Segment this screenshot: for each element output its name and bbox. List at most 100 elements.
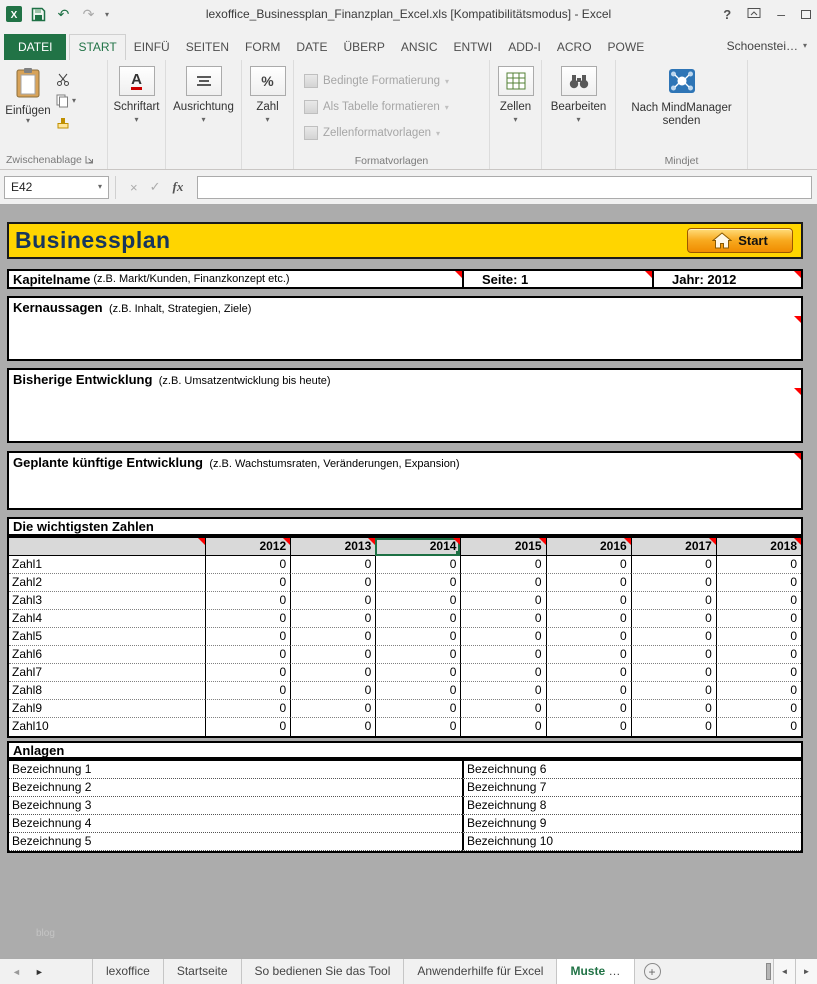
cell-zahl3-2016[interactable]: 0	[546, 592, 631, 610]
year-header-2018[interactable]: 2018	[716, 538, 801, 556]
cell-zahl5-2015[interactable]: 0	[460, 628, 545, 646]
row-label-zahl6[interactable]: Zahl6	[9, 646, 205, 664]
cell-zahl7-2015[interactable]: 0	[460, 664, 545, 682]
section-kernaussagen[interactable]: Kernaussagen (z.B. Inhalt, Strategien, Z…	[7, 296, 803, 361]
cancel-icon[interactable]: ×	[130, 180, 138, 195]
cell-zahl4-2014[interactable]: 0	[375, 610, 460, 628]
cell-zahl8-2016[interactable]: 0	[546, 682, 631, 700]
cell-zahl5-2018[interactable]: 0	[716, 628, 801, 646]
cell-zahl5-2014[interactable]: 0	[375, 628, 460, 646]
ribbon-tab-add-i[interactable]: ADD-I	[500, 34, 549, 60]
cell-zahl2-2013[interactable]: 0	[290, 574, 375, 592]
cell-zahl1-2015[interactable]: 0	[460, 556, 545, 574]
qat-customize-icon[interactable]: ▾	[105, 10, 109, 19]
redo-icon[interactable]: ↷	[80, 6, 97, 23]
cell-zahl2-2014[interactable]: 0	[375, 574, 460, 592]
anlage-cell-bezeichnung-7[interactable]: Bezeichnung 7	[462, 779, 801, 797]
row-label-zahl4[interactable]: Zahl4	[9, 610, 205, 628]
ribbon-tab-überp[interactable]: ÜBERP	[335, 34, 392, 60]
kapitelname-cell[interactable]: Kapitelname (z.B. Markt/Kunden, Finanzko…	[9, 271, 462, 287]
cell-zahl3-2012[interactable]: 0	[205, 592, 290, 610]
tab-scroll-right-icon[interactable]: ►	[35, 967, 44, 977]
anlage-cell-bezeichnung-8[interactable]: Bezeichnung 8	[462, 797, 801, 815]
dialog-launcher-icon[interactable]	[85, 155, 94, 167]
anlage-cell-bezeichnung-1[interactable]: Bezeichnung 1	[9, 761, 462, 779]
ribbon-group-font[interactable]: A Schriftart ▾	[108, 60, 166, 169]
cell-zahl5-2016[interactable]: 0	[546, 628, 631, 646]
row-label-zahl8[interactable]: Zahl8	[9, 682, 205, 700]
sheet-tab-active[interactable]: Muste …	[557, 959, 634, 984]
cell-zahl4-2013[interactable]: 0	[290, 610, 375, 628]
ribbon-tab-einfü[interactable]: EINFÜ	[126, 34, 178, 60]
cell-zahl10-2018[interactable]: 0	[716, 718, 801, 736]
cell-zahl1-2018[interactable]: 0	[716, 556, 801, 574]
ribbon-group-editing[interactable]: Bearbeiten ▾	[542, 60, 616, 169]
format-painter-button[interactable]	[56, 115, 76, 131]
cell-zahl6-2014[interactable]: 0	[375, 646, 460, 664]
anlage-cell-bezeichnung-4[interactable]: Bezeichnung 4	[9, 815, 462, 833]
cell-zahl9-2018[interactable]: 0	[716, 700, 801, 718]
anlage-cell-bezeichnung-10[interactable]: Bezeichnung 10	[462, 833, 801, 851]
cell-zahl9-2015[interactable]: 0	[460, 700, 545, 718]
cell-zahl9-2012[interactable]: 0	[205, 700, 290, 718]
ribbon-tab-powe[interactable]: POWE	[600, 34, 653, 60]
row-label-zahl1[interactable]: Zahl1	[9, 556, 205, 574]
cell-zahl10-2017[interactable]: 0	[631, 718, 716, 736]
cell-zahl1-2017[interactable]: 0	[631, 556, 716, 574]
cell-zahl3-2017[interactable]: 0	[631, 592, 716, 610]
cell-zahl7-2016[interactable]: 0	[546, 664, 631, 682]
cell-zahl10-2015[interactable]: 0	[460, 718, 545, 736]
hscroll-left-icon[interactable]: ◄	[773, 959, 795, 984]
undo-icon[interactable]: ↶	[55, 6, 72, 23]
cell-zahl3-2018[interactable]: 0	[716, 592, 801, 610]
cell-zahl8-2013[interactable]: 0	[290, 682, 375, 700]
cell-zahl10-2012[interactable]: 0	[205, 718, 290, 736]
insert-function-icon[interactable]: fx	[173, 179, 184, 195]
cell-zahl1-2014[interactable]: 0	[375, 556, 460, 574]
year-header-2012[interactable]: 2012	[205, 538, 290, 556]
cell-zahl4-2015[interactable]: 0	[460, 610, 545, 628]
ribbon-tab-ansic[interactable]: ANSIC	[393, 34, 446, 60]
ribbon-display-options-icon[interactable]	[747, 7, 761, 22]
cell-zahl2-2017[interactable]: 0	[631, 574, 716, 592]
cell-zahl6-2012[interactable]: 0	[205, 646, 290, 664]
row-label-zahl9[interactable]: Zahl9	[9, 700, 205, 718]
cell-zahl2-2018[interactable]: 0	[716, 574, 801, 592]
cell-zahl4-2018[interactable]: 0	[716, 610, 801, 628]
tab-splitter-handle[interactable]	[766, 963, 771, 980]
cell-zahl6-2016[interactable]: 0	[546, 646, 631, 664]
cell-zahl8-2017[interactable]: 0	[631, 682, 716, 700]
year-header-2017[interactable]: 2017	[631, 538, 716, 556]
ribbon-tab-seiten[interactable]: SEITEN	[178, 34, 237, 60]
anlage-cell-bezeichnung-5[interactable]: Bezeichnung 5	[9, 833, 462, 851]
sheet-tab-anwenderhilfe-für-excel[interactable]: Anwenderhilfe für Excel	[404, 959, 557, 984]
cell-zahl7-2018[interactable]: 0	[716, 664, 801, 682]
new-sheet-button[interactable]: +	[644, 963, 661, 980]
cell-zahl9-2014[interactable]: 0	[375, 700, 460, 718]
cell-zahl10-2013[interactable]: 0	[290, 718, 375, 736]
cell-zahl8-2014[interactable]: 0	[375, 682, 460, 700]
cell-zahl6-2013[interactable]: 0	[290, 646, 375, 664]
name-box[interactable]: E42 ▾	[4, 176, 109, 199]
cell-zahl9-2016[interactable]: 0	[546, 700, 631, 718]
cell-zahl7-2017[interactable]: 0	[631, 664, 716, 682]
ribbon-tab-start[interactable]: START	[69, 34, 125, 60]
anlage-cell-bezeichnung-2[interactable]: Bezeichnung 2	[9, 779, 462, 797]
year-header-2015[interactable]: 2015	[460, 538, 545, 556]
row-label-zahl7[interactable]: Zahl7	[9, 664, 205, 682]
cell-zahl10-2016[interactable]: 0	[546, 718, 631, 736]
style-button-bedingte-formatierung[interactable]: Bedingte Formatierung▾	[304, 68, 489, 94]
table-corner-cell[interactable]	[9, 538, 205, 556]
cell-zahl6-2018[interactable]: 0	[716, 646, 801, 664]
start-button[interactable]: Start	[687, 228, 793, 253]
enter-icon[interactable]: ✓	[150, 179, 161, 195]
cell-zahl8-2015[interactable]: 0	[460, 682, 545, 700]
year-header-2013[interactable]: 2013	[290, 538, 375, 556]
help-icon[interactable]: ?	[723, 7, 731, 22]
cell-zahl5-2013[interactable]: 0	[290, 628, 375, 646]
year-header-2016[interactable]: 2016	[546, 538, 631, 556]
cell-zahl4-2017[interactable]: 0	[631, 610, 716, 628]
cell-zahl5-2012[interactable]: 0	[205, 628, 290, 646]
anlage-cell-bezeichnung-9[interactable]: Bezeichnung 9	[462, 815, 801, 833]
cell-zahl1-2013[interactable]: 0	[290, 556, 375, 574]
